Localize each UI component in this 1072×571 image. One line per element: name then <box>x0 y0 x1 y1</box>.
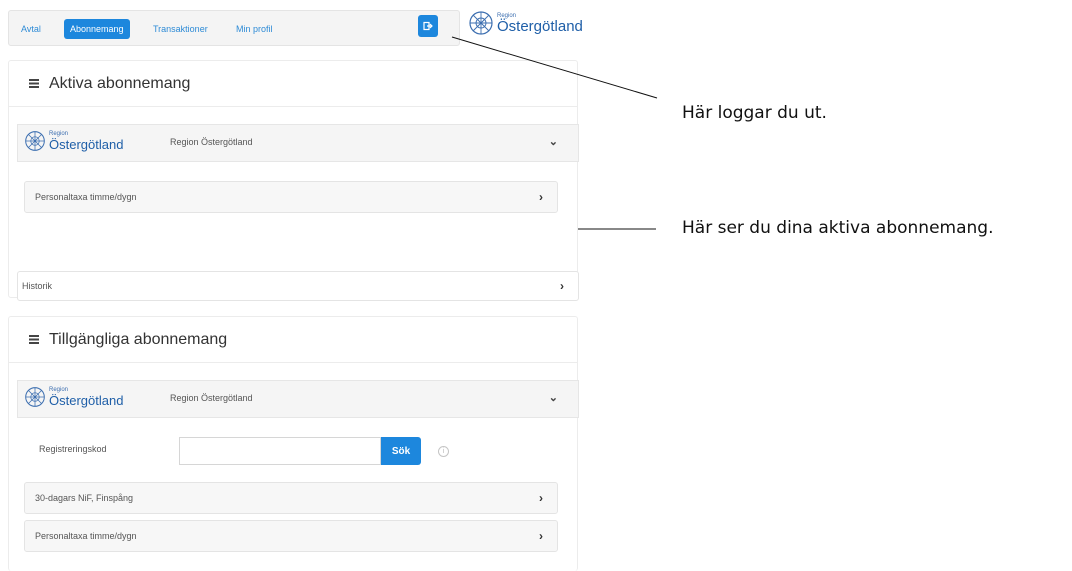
annotation-lines <box>451 36 658 230</box>
logout-pointer-line <box>451 36 658 99</box>
active-annotation: Här ser du dina aktiva abonnemang. <box>682 218 994 238</box>
logout-annotation: Här loggar du ut. <box>682 103 827 123</box>
